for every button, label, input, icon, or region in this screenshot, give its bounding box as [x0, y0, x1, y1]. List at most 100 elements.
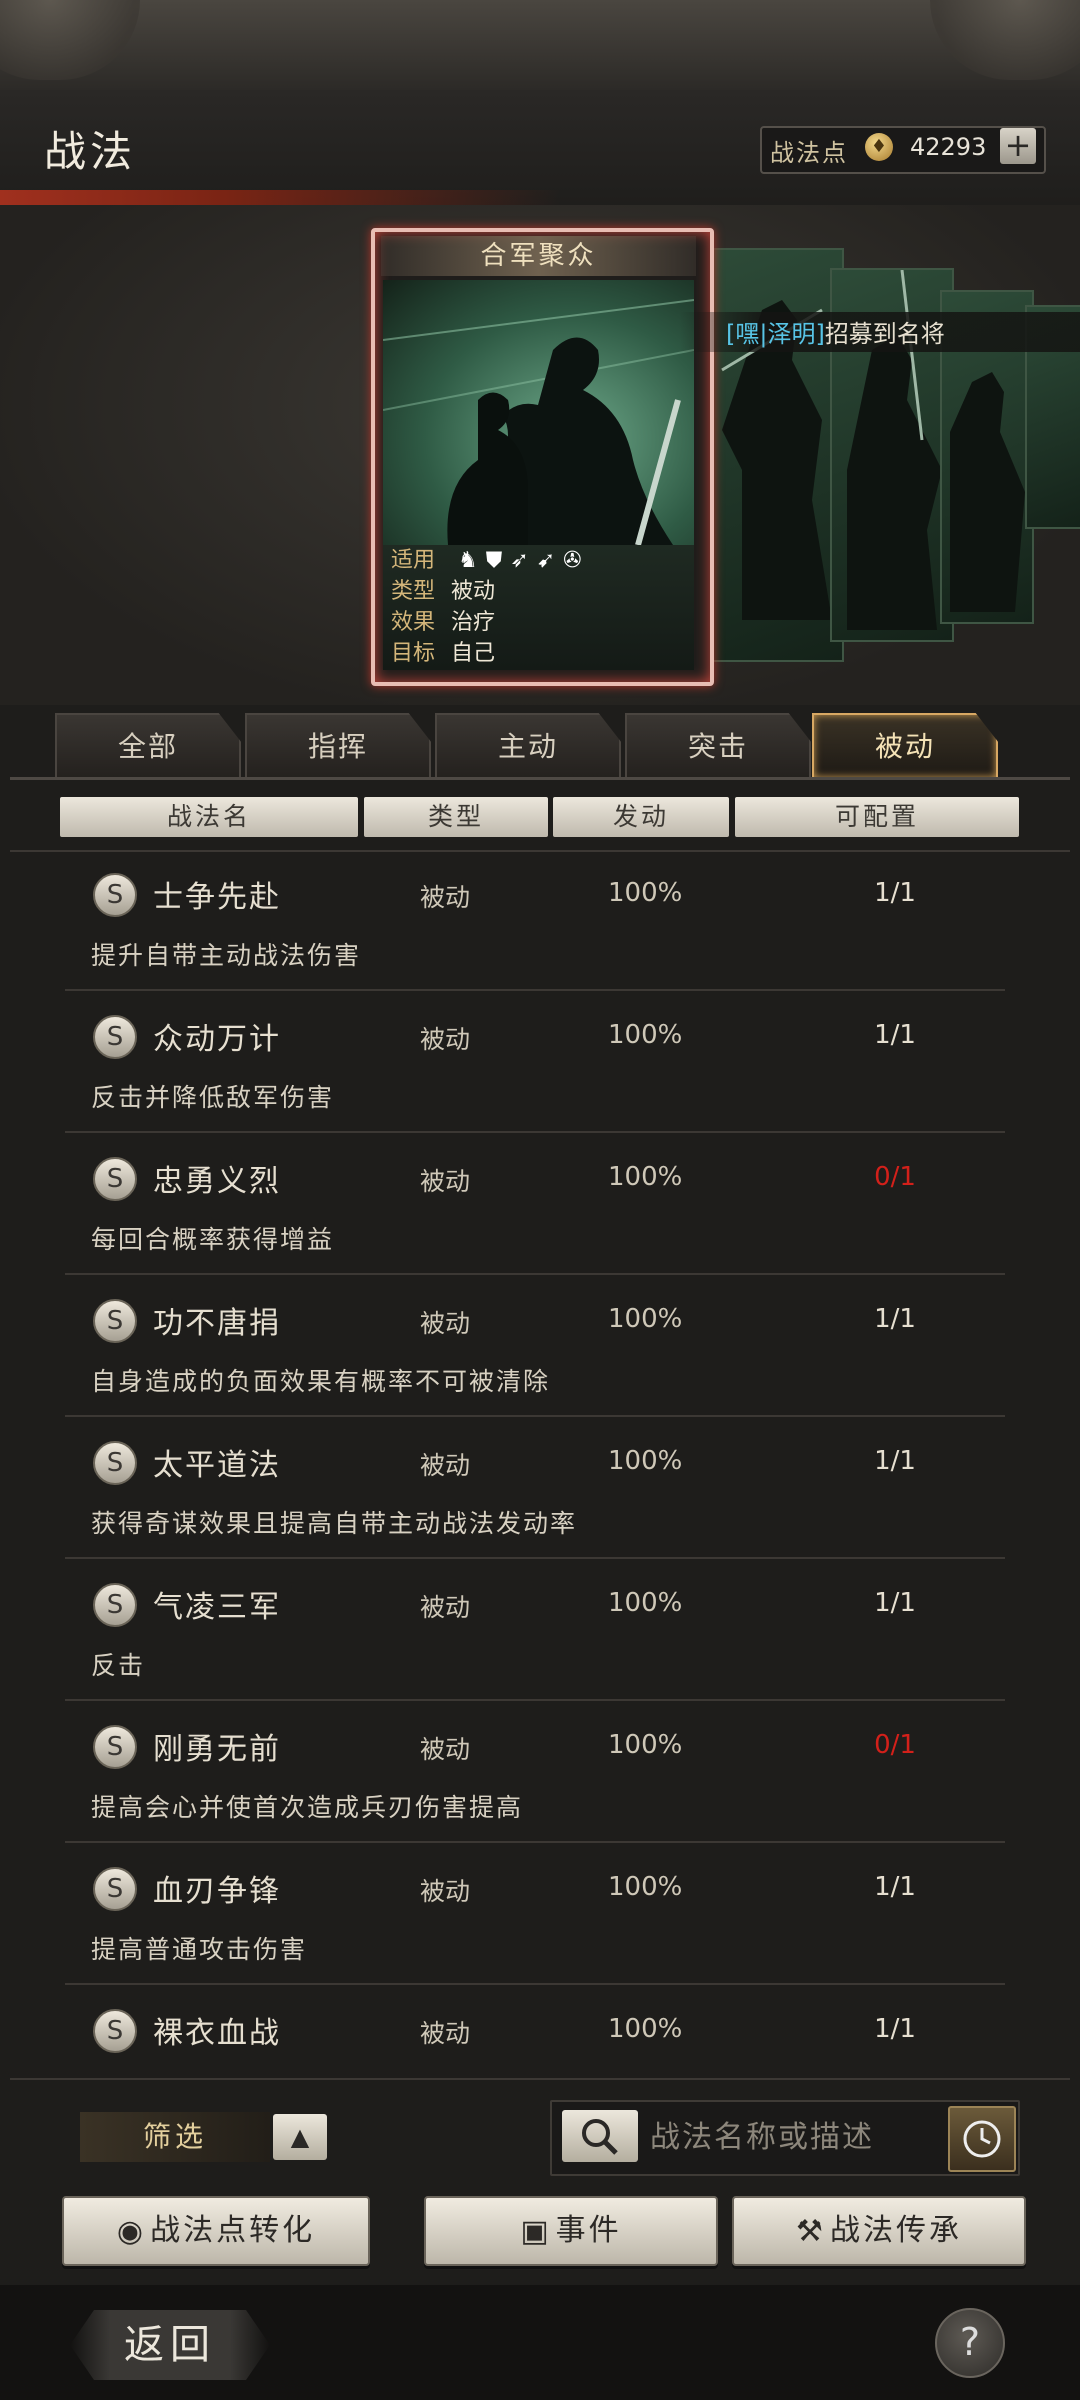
tactic-config-count: 0/1 — [874, 1162, 916, 1192]
divider — [65, 1699, 1005, 1701]
grade-badge: S — [93, 1583, 137, 1627]
divider — [65, 1841, 1005, 1843]
info-row-applicable: 适用 ♞⛊➶➹✇ — [391, 545, 590, 576]
tactic-rate: 100% — [608, 1730, 683, 1760]
help-icon[interactable]: ? — [935, 2308, 1005, 2378]
info-value: 治疗 — [451, 610, 496, 635]
search-history-clock-icon[interactable] — [948, 2106, 1016, 2172]
tab-passive[interactable]: 被动 — [812, 713, 998, 777]
stacked-card[interactable] — [700, 248, 844, 662]
tactic-rate: 100% — [608, 1446, 683, 1476]
tactic-type: 被动 — [420, 1735, 471, 1764]
tactic-config-count: 1/1 — [874, 1020, 916, 1050]
column-header-type[interactable]: 类型 — [364, 797, 548, 837]
top-decoration — [0, 0, 1080, 90]
tactic-description: 提高普通攻击伤害 — [91, 1935, 308, 1964]
tactic-type: 被动 — [420, 1167, 471, 1196]
grade-badge: S — [93, 1015, 137, 1059]
recruit-player-name: [嘿|泽明] — [726, 320, 825, 348]
tactic-config-count: 1/1 — [874, 2014, 916, 2044]
list-item[interactable]: S 功不唐捐 被动 100% 1/1 自身造成的负面效果有概率不可被清除 — [65, 1284, 1005, 1424]
column-header-name[interactable]: 战法名 — [60, 797, 358, 837]
tactic-rate: 100% — [608, 2014, 683, 2044]
convert-points-button[interactable]: ◉ 战法点转化 — [62, 2196, 370, 2266]
info-row-target: 目标 自己 — [391, 638, 495, 669]
tab-assault[interactable]: 突击 — [625, 713, 811, 777]
shield-icon: ⛊ — [485, 548, 511, 573]
tactic-inherit-button[interactable]: ⚒ 战法传承 — [732, 2196, 1026, 2266]
hammer-icon: ⚒ — [796, 2213, 826, 2249]
convert-points-label: 战法点转化 — [150, 2213, 316, 2248]
info-value: 被动 — [451, 579, 496, 604]
search-input[interactable] — [648, 2112, 942, 2162]
cloud-ornament — [930, 0, 1080, 80]
divider — [65, 1415, 1005, 1417]
grade-badge: S — [93, 1441, 137, 1485]
list-item[interactable]: S 众动万计 被动 100% 1/1 反击并降低敌军伤害 — [65, 1000, 1005, 1140]
back-button[interactable]: 返回 — [70, 2310, 270, 2380]
column-header-rate[interactable]: 发动 — [553, 797, 729, 837]
list-item[interactable]: S 血刃争锋 被动 100% 1/1 提高普通攻击伤害 — [65, 1852, 1005, 1992]
tactic-name: 功不唐捐 — [153, 1306, 281, 1341]
notice-icon: ▣ — [520, 2213, 552, 2249]
tactic-list[interactable]: S 士争先赴 被动 100% 1/1 提升自带主动战法伤害 S 众动万计 被动 … — [65, 858, 1005, 2070]
tactic-name: 士争先赴 — [153, 880, 281, 915]
tactic-name: 忠勇义烈 — [153, 1164, 281, 1199]
tactic-type: 被动 — [420, 2019, 471, 2048]
info-row-type: 类型 被动 — [391, 576, 495, 607]
recruit-message: 招募到名将 — [824, 320, 945, 348]
applicable-icons: ♞⛊➶➹✇ — [458, 548, 590, 573]
divider — [65, 1557, 1005, 1559]
column-header-config[interactable]: 可配置 — [735, 797, 1019, 837]
cloud-ornament — [0, 0, 140, 80]
tactic-points-icon: ♦ — [865, 133, 893, 161]
magnifier-glyph — [582, 2119, 618, 2155]
add-points-button[interactable]: + — [1000, 128, 1036, 164]
tactic-description: 反击 — [91, 1651, 146, 1680]
tab-active[interactable]: 主动 — [435, 713, 621, 777]
events-button[interactable]: ▣ 事件 — [424, 2196, 718, 2266]
featured-tactic-art — [383, 280, 694, 545]
tactic-type: 被动 — [420, 1025, 471, 1054]
divider — [10, 850, 1070, 852]
search-icon[interactable] — [562, 2110, 638, 2162]
filter-button[interactable]: 筛选 — [80, 2112, 270, 2162]
list-item[interactable]: S 刚勇无前 被动 100% 0/1 提高会心并使首次造成兵刃伤害提高 — [65, 1710, 1005, 1850]
tactic-config-count: 1/1 — [874, 1872, 916, 1902]
grade-badge: S — [93, 2009, 137, 2053]
tactic-rate: 100% — [608, 1020, 683, 1050]
tactic-rate: 100% — [608, 1872, 683, 1902]
info-value: 自己 — [451, 641, 496, 666]
list-item[interactable]: S 士争先赴 被动 100% 1/1 提升自带主动战法伤害 — [65, 858, 1005, 998]
tactic-name: 气凌三军 — [153, 1590, 281, 1625]
tactic-rate: 100% — [608, 878, 683, 908]
grade-badge: S — [93, 1725, 137, 1769]
tactic-rate: 100% — [608, 1162, 683, 1192]
list-item[interactable]: S 裸衣血战 被动 100% 1/1 — [65, 1994, 1005, 2070]
clock-glyph — [963, 2120, 1001, 2158]
tactic-description: 提升自带主动战法伤害 — [91, 941, 362, 970]
info-key: 目标 — [391, 641, 436, 666]
siege-icon: ✇ — [563, 548, 590, 573]
recruit-notice: [嘿|泽明]招募到名将 — [726, 314, 945, 349]
tactic-description: 反击并降低敌军伤害 — [91, 1083, 335, 1112]
featured-tactic-name: 合军聚众 — [381, 236, 696, 276]
tactic-type: 被动 — [420, 1309, 471, 1338]
list-item[interactable]: S 忠勇义烈 被动 100% 0/1 每回合概率获得增益 — [65, 1142, 1005, 1282]
tactic-name: 血刃争锋 — [153, 1874, 281, 1909]
filter-toggle-arrow-icon[interactable]: ▲ — [273, 2114, 327, 2160]
tab-command[interactable]: 指挥 — [245, 713, 431, 777]
page-title: 战法 — [44, 127, 137, 176]
list-item[interactable]: S 气凌三军 被动 100% 1/1 反击 — [65, 1568, 1005, 1708]
cavalry-icon: ♞ — [458, 548, 486, 573]
tactic-name: 众动万计 — [153, 1022, 281, 1057]
tactic-rate: 100% — [608, 1304, 683, 1334]
tactic-rate: 100% — [608, 1588, 683, 1618]
tactic-config-count: 0/1 — [874, 1730, 916, 1760]
tab-all[interactable]: 全部 — [55, 713, 241, 777]
list-item[interactable]: S 太平道法 被动 100% 1/1 获得奇谋效果且提高自带主动战法发动率 — [65, 1426, 1005, 1566]
info-row-effect: 效果 治疗 — [391, 607, 495, 638]
tactic-name: 裸衣血战 — [153, 2016, 281, 2051]
featured-tactic-info: 适用 ♞⛊➶➹✇ 类型 被动 效果 治疗 目标 自己 — [383, 545, 694, 670]
tactic-description: 获得奇谋效果且提高自带主动战法发动率 — [91, 1509, 578, 1538]
